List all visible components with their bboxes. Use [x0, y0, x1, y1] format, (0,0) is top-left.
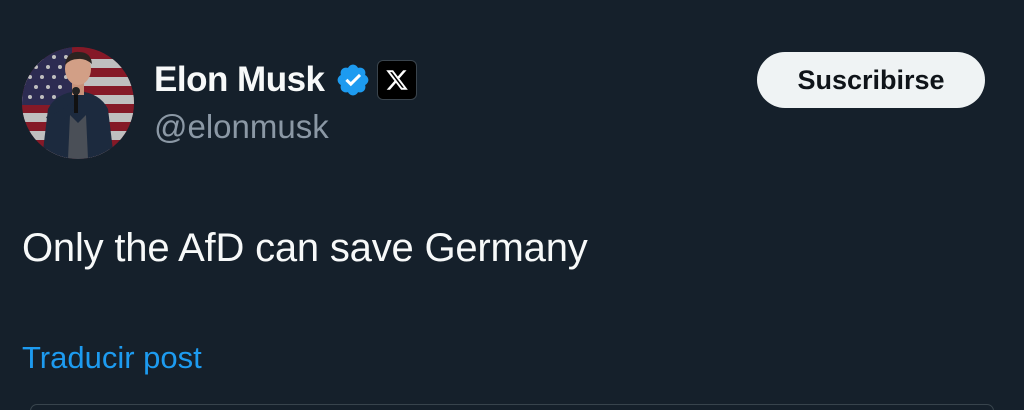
author-display-name[interactable]: Elon Musk [154, 60, 325, 100]
post-text: Only the AfD can save Germany [22, 226, 588, 270]
embedded-card-edge [30, 404, 994, 410]
avatar-image [22, 47, 134, 159]
author-block: Elon Musk @elonmusk [154, 56, 417, 146]
x-logo-glyph [385, 70, 408, 90]
verified-badge-icon[interactable] [335, 62, 371, 98]
avatar[interactable] [22, 47, 134, 159]
post-card: Elon Musk @elonmusk Suscribirse Only the… [0, 0, 1024, 410]
x-logo-icon[interactable] [376, 60, 417, 100]
author-handle[interactable]: @elonmusk [154, 108, 417, 146]
name-row: Elon Musk [154, 56, 417, 104]
translate-post-link[interactable]: Traducir post [22, 340, 202, 376]
subscribe-button[interactable]: Suscribirse [757, 52, 985, 108]
